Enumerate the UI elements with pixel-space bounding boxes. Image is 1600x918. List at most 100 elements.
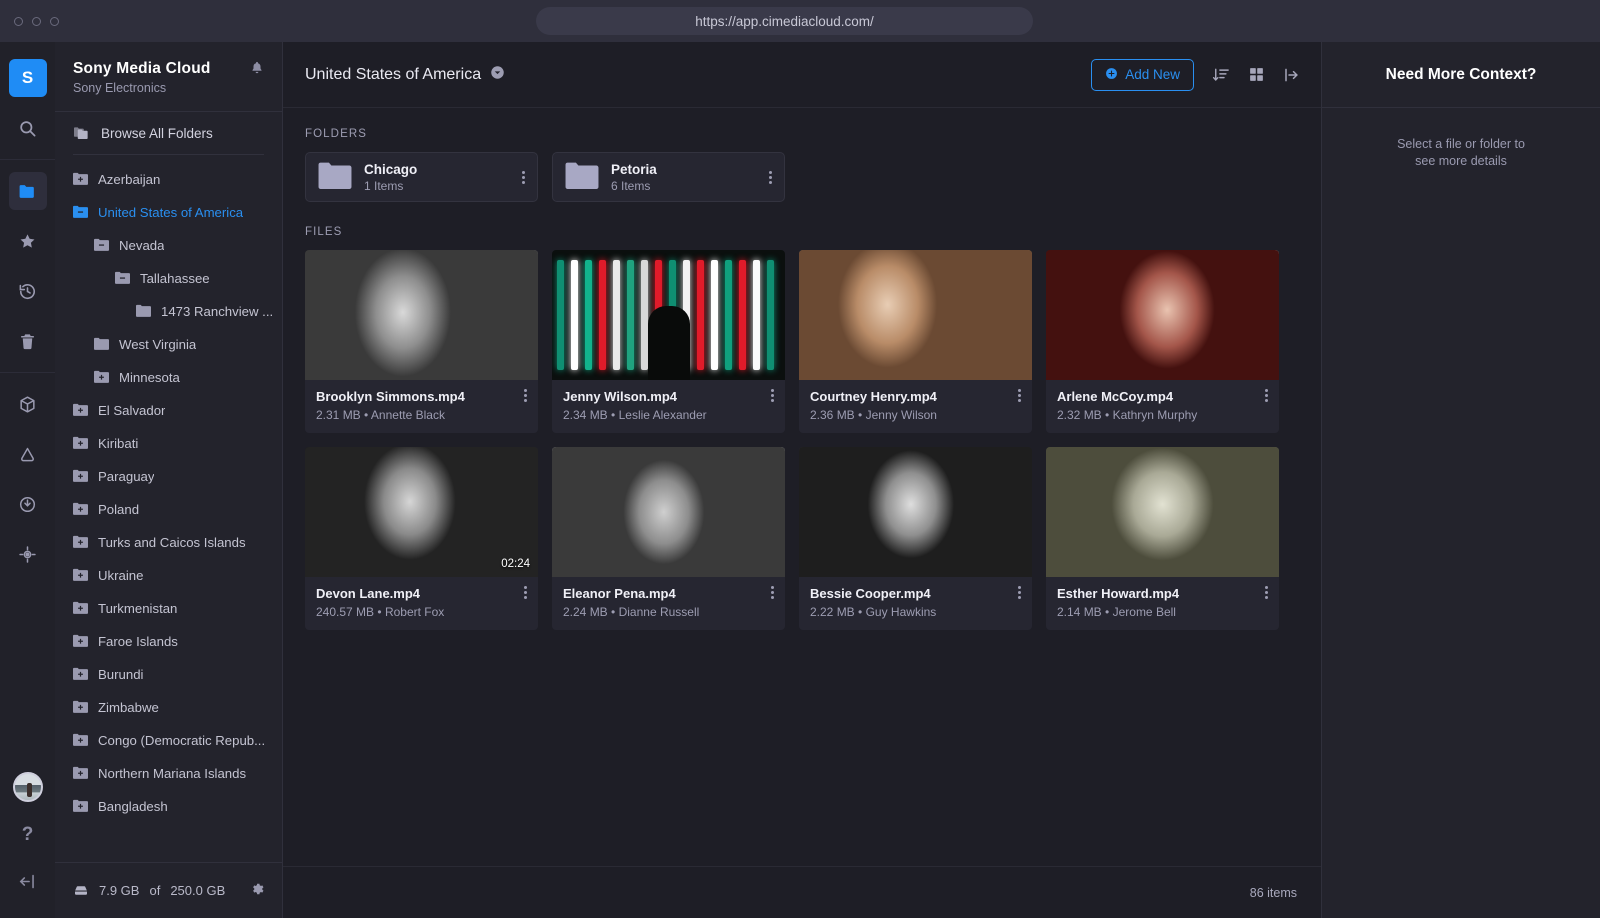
file-size-owner: 240.57 MB • Robert Fox [316, 605, 444, 619]
maximize-window-dot[interactable] [50, 17, 59, 26]
tree-item-paraguay[interactable]: Paraguay [55, 460, 282, 493]
window-controls[interactable] [14, 17, 59, 26]
help-icon[interactable]: ? [22, 824, 34, 846]
video-duration-badge: 02:24 [501, 558, 530, 570]
tree-item-label: El Salvador [98, 403, 165, 418]
file-card[interactable]: Bessie Cooper.mp4 2.22 MB • Guy Hawkins [799, 447, 1032, 630]
file-card[interactable]: Eleanor Pena.mp4 2.24 MB • Dianne Russel… [552, 447, 785, 630]
file-thumbnail[interactable] [799, 250, 1032, 380]
tree-item-faroe-islands[interactable]: Faroe Islands [55, 625, 282, 658]
breadcrumb[interactable]: United States of America [305, 65, 505, 85]
tree-item-1473-ranchview[interactable]: 1473 Ranchview ... [55, 295, 282, 328]
tree-item-burundi[interactable]: Burundi [55, 658, 282, 691]
file-thumbnail[interactable] [799, 447, 1032, 577]
folder-plus-icon [73, 799, 88, 815]
file-card[interactable]: Esther Howard.mp4 2.14 MB • Jerome Bell [1046, 447, 1279, 630]
file-owner: Robert Fox [385, 605, 444, 619]
folder-plus-icon [73, 634, 88, 650]
grid-view-icon[interactable] [1248, 66, 1265, 83]
file-card[interactable]: Arlene McCoy.mp4 2.32 MB • Kathryn Murph… [1046, 250, 1279, 433]
target-icon[interactable] [9, 535, 47, 573]
folder-more-options-icon[interactable] [522, 171, 525, 184]
file-size-owner: 2.36 MB • Jenny Wilson [810, 408, 937, 422]
file-thumbnail[interactable] [1046, 250, 1279, 380]
tree-item-label: Kiribati [98, 436, 138, 451]
star-icon[interactable] [9, 222, 47, 260]
folder-more-options-icon[interactable] [769, 171, 772, 184]
tree-item-northern-mariana-islands[interactable]: Northern Mariana Islands [55, 757, 282, 790]
settings-gear-icon[interactable] [250, 882, 264, 899]
file-more-options-icon[interactable] [1265, 586, 1268, 599]
history-icon[interactable] [9, 272, 47, 310]
folder-card[interactable]: Petoria 6 Items [552, 152, 785, 202]
close-window-dot[interactable] [14, 17, 23, 26]
file-meta: Bessie Cooper.mp4 2.22 MB • Guy Hawkins [799, 577, 1032, 630]
file-more-options-icon[interactable] [1265, 389, 1268, 402]
browse-all-folders-item[interactable]: Browse All Folders [55, 112, 282, 154]
file-thumbnail[interactable] [305, 250, 538, 380]
file-thumbnail[interactable] [552, 447, 785, 577]
tree-item-west-virginia[interactable]: West Virginia [55, 328, 282, 361]
tree-item-label: Burundi [98, 667, 143, 682]
app-logo[interactable]: S [9, 59, 47, 97]
file-meta: Courtney Henry.mp4 2.36 MB • Jenny Wilso… [799, 380, 1032, 433]
file-name: Brooklyn Simmons.mp4 [316, 389, 465, 404]
tree-item-poland[interactable]: Poland [55, 493, 282, 526]
add-new-button[interactable]: Add New [1091, 59, 1194, 91]
expand-panel-icon[interactable] [1283, 66, 1301, 84]
file-more-options-icon[interactable] [771, 586, 774, 599]
file-thumbnail[interactable] [1046, 447, 1279, 577]
address-bar[interactable]: https://app.cimediacloud.com/ [536, 7, 1033, 35]
folder-card[interactable]: Chicago 1 Items [305, 152, 538, 202]
trash-icon[interactable] [9, 322, 47, 360]
app-root: S [0, 42, 1600, 918]
file-thumbnail[interactable]: 02:24 [305, 447, 538, 577]
file-thumbnail[interactable] [552, 250, 785, 380]
tree-item-azerbaijan[interactable]: Azerbaijan [55, 163, 282, 196]
tree-item-label: Northern Mariana Islands [98, 766, 246, 781]
tree-item-tallahassee[interactable]: Tallahassee [55, 262, 282, 295]
folder-open-icon [94, 238, 109, 254]
file-card[interactable]: Brooklyn Simmons.mp4 2.31 MB • Annette B… [305, 250, 538, 433]
tree-item-label: Tallahassee [140, 271, 210, 286]
tree-item-nevada[interactable]: Nevada [55, 229, 282, 262]
search-icon[interactable] [9, 109, 47, 147]
file-card[interactable]: Courtney Henry.mp4 2.36 MB • Jenny Wilso… [799, 250, 1032, 433]
file-more-options-icon[interactable] [1018, 389, 1021, 402]
empty-state-line-1: Select a file or folder to [1322, 136, 1600, 153]
tree-item-turks-and-caicos-islands[interactable]: Turks and Caicos Islands [55, 526, 282, 559]
folder-tree: AzerbaijanUnited States of AmericaNevada… [55, 163, 282, 862]
drop-icon[interactable] [9, 435, 47, 473]
tree-item-ukraine[interactable]: Ukraine [55, 559, 282, 592]
folder-icon[interactable] [9, 172, 47, 210]
tree-item-kiribati[interactable]: Kiribati [55, 427, 282, 460]
file-more-options-icon[interactable] [524, 586, 527, 599]
notification-bell-icon[interactable] [250, 60, 264, 80]
file-card[interactable]: Jenny Wilson.mp4 2.34 MB • Leslie Alexan… [552, 250, 785, 433]
file-more-options-icon[interactable] [771, 389, 774, 402]
storage-of-label: of [149, 883, 160, 898]
collapse-rail-icon[interactable] [18, 872, 37, 896]
file-size: 2.32 MB [1057, 408, 1102, 422]
tree-item-bangladesh[interactable]: Bangladesh [55, 790, 282, 823]
sort-icon[interactable] [1212, 66, 1230, 84]
file-size: 2.36 MB [810, 408, 855, 422]
tree-item-turkmenistan[interactable]: Turkmenistan [55, 592, 282, 625]
minimize-window-dot[interactable] [32, 17, 41, 26]
tree-item-zimbabwe[interactable]: Zimbabwe [55, 691, 282, 724]
tree-item-congo-democratic-repub[interactable]: Congo (Democratic Repub... [55, 724, 282, 757]
box-icon[interactable] [9, 385, 47, 423]
file-meta: Eleanor Pena.mp4 2.24 MB • Dianne Russel… [552, 577, 785, 630]
file-meta-separator: • [377, 605, 385, 619]
file-name: Bessie Cooper.mp4 [810, 586, 936, 601]
file-more-options-icon[interactable] [524, 389, 527, 402]
tree-item-united-states-of-america[interactable]: United States of America [55, 196, 282, 229]
chevron-down-icon[interactable] [490, 65, 505, 85]
file-more-options-icon[interactable] [1018, 586, 1021, 599]
file-card[interactable]: 02:24 Devon Lane.mp4 240.57 MB • Robert … [305, 447, 538, 630]
file-meta-separator: • [611, 605, 619, 619]
avatar[interactable] [13, 772, 43, 802]
download-power-icon[interactable] [9, 485, 47, 523]
tree-item-minnesota[interactable]: Minnesota [55, 361, 282, 394]
tree-item-el-salvador[interactable]: El Salvador [55, 394, 282, 427]
